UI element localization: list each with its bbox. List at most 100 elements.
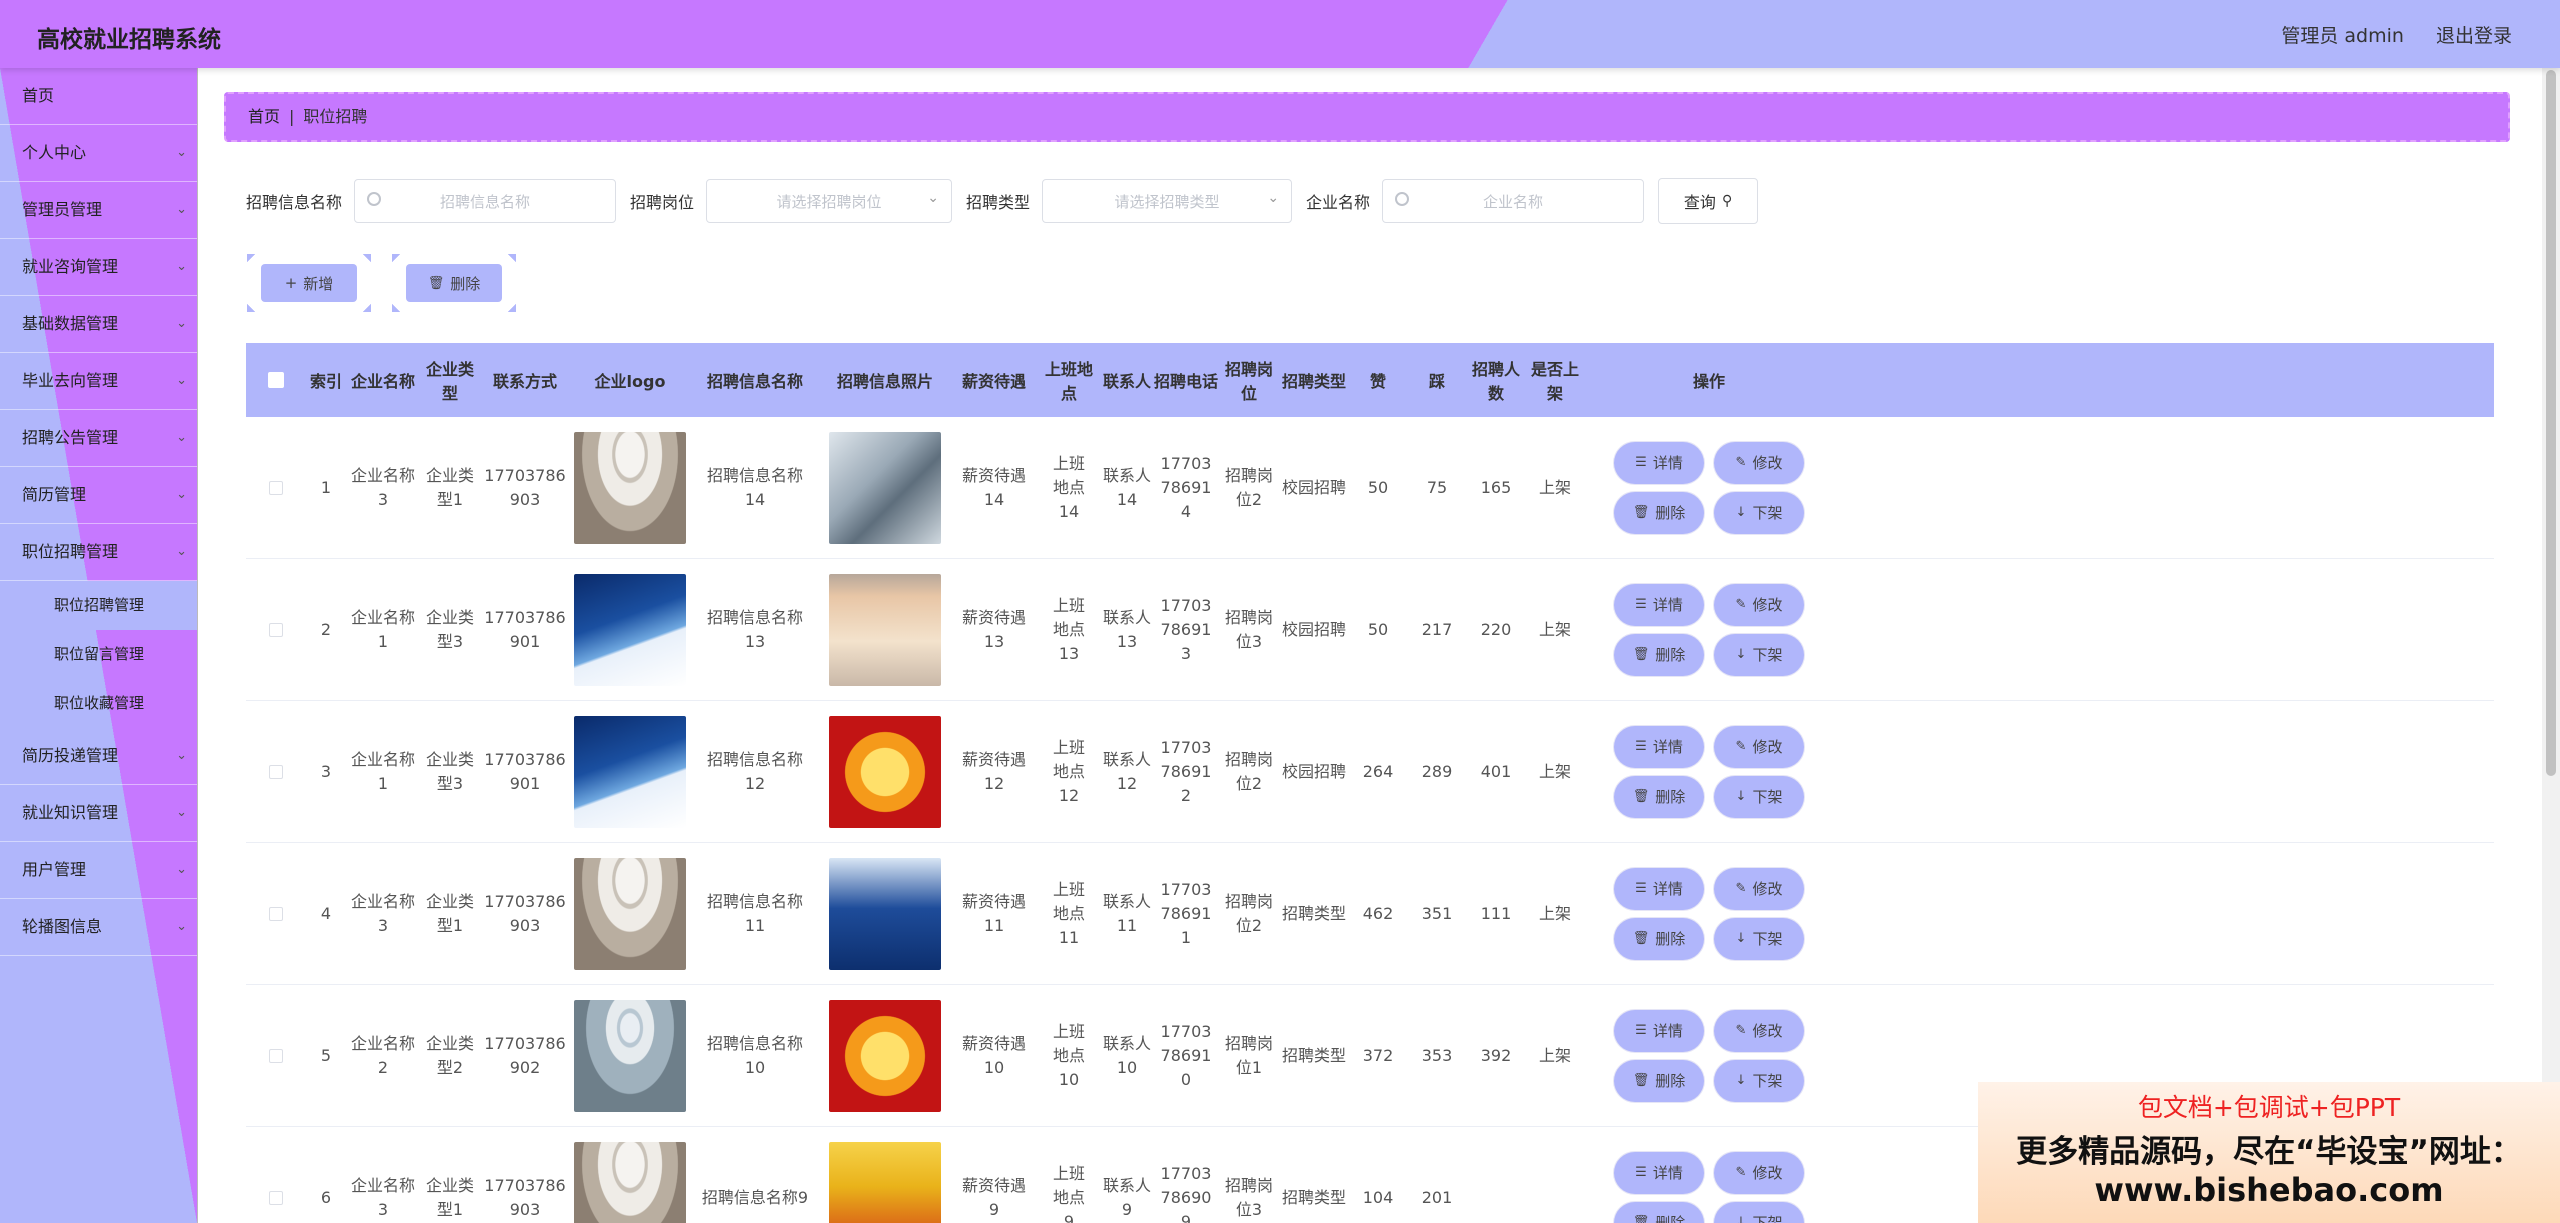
row-checkbox[interactable] — [269, 764, 283, 779]
company-logo-image[interactable] — [574, 999, 686, 1112]
scrollbar-thumb[interactable] — [2546, 70, 2556, 776]
cell-dislike: 201 — [1421, 1187, 1453, 1207]
detail-button[interactable]: ☰ 详情 — [1617, 1154, 1701, 1191]
sidebar-item-8[interactable]: 职位招聘管理 ⌄ — [0, 524, 197, 581]
sidebar-item-9[interactable]: 简历投递管理 ⌄ — [0, 728, 197, 785]
delete-button[interactable]: 🗑 删除 — [1617, 1062, 1701, 1099]
company-name-input[interactable]: 企业名称 — [1382, 179, 1645, 223]
edit-button[interactable]: ✎ 修改 — [1717, 586, 1801, 623]
sidebar-item-6[interactable]: 招聘公告管理 ⌄ — [0, 410, 197, 467]
sidebar-item-4[interactable]: 基础数据管理 ⌄ — [0, 296, 197, 353]
recruit-photo-image[interactable] — [829, 999, 941, 1112]
edit-button[interactable]: ✎ 修改 — [1717, 728, 1801, 765]
cell-phone: 17703786903 — [484, 1175, 566, 1219]
row-checkbox[interactable] — [269, 622, 283, 637]
company-logo-image[interactable] — [574, 573, 686, 686]
edit-button[interactable]: ✎ 修改 — [1717, 870, 1801, 907]
post-select[interactable]: 请选择招聘岗位 ⌄ — [706, 179, 953, 223]
delete-button-label: 删除 — [1655, 1213, 1686, 1223]
recruit-name-input[interactable]: 招聘信息名称 — [354, 179, 617, 223]
page-scrollbar[interactable] — [2542, 68, 2560, 1223]
sidebar-subitem-0[interactable]: 职位招聘管理 — [0, 581, 197, 630]
select-all-checkbox-cell[interactable] — [246, 372, 306, 388]
sidebar-item-7[interactable]: 简历管理 ⌄ — [0, 467, 197, 524]
cell-contact: 联系人9 — [1102, 1175, 1151, 1219]
company-logo-image[interactable] — [574, 1141, 686, 1223]
watermark-line-3: www.bishebao.com — [2094, 1171, 2444, 1209]
cell-num: 401 — [1480, 761, 1512, 781]
delete-button[interactable]: 🗑 删除 — [1617, 494, 1701, 531]
operation-buttons: ☰ 详情 ✎ 修改 🗑 删除 ↓ 下架 — [1584, 728, 1834, 815]
recruit-photo-image[interactable] — [829, 715, 941, 828]
delete-button[interactable]: 🗑 删除 — [1617, 778, 1701, 815]
sidebar-subitem-1[interactable]: 职位留言管理 — [0, 630, 197, 679]
cell-dislike: 353 — [1421, 1045, 1453, 1065]
offshelf-button[interactable]: ↓ 下架 — [1717, 1204, 1801, 1223]
chevron-down-icon: ⌄ — [176, 373, 187, 388]
row-checkbox[interactable] — [269, 906, 283, 921]
delete-button[interactable]: 🗑 删除 — [1617, 636, 1701, 673]
sidebar-subitem-2[interactable]: 职位收藏管理 — [0, 679, 197, 728]
offshelf-button-label: 下架 — [1752, 1071, 1783, 1090]
offshelf-button[interactable]: ↓ 下架 — [1717, 778, 1801, 815]
detail-button[interactable]: ☰ 详情 — [1617, 728, 1701, 765]
row-operations: ☰ 详情 ✎ 修改 🗑 删除 ↓ 下架 — [1584, 444, 1834, 531]
company-logo-image[interactable] — [574, 431, 686, 544]
offshelf-button[interactable]: ↓ 下架 — [1717, 636, 1801, 673]
table-row: 3 企业名称1 企业类型3 17703786901 招聘信息名称12 薪资待遇12 上班地点… — [246, 701, 2494, 843]
search-icon — [1395, 192, 1410, 206]
detail-button[interactable]: ☰ 详情 — [1617, 870, 1701, 907]
cell-post: 招聘岗位1 — [1224, 1033, 1273, 1077]
row-checkbox[interactable] — [269, 1048, 283, 1063]
sidebar-item-0[interactable]: 首页 — [0, 68, 197, 125]
row-operations: ☰ 详情 ✎ 修改 🗑 删除 ↓ 下架 — [1584, 1154, 1834, 1223]
offshelf-button[interactable]: ↓ 下架 — [1717, 1062, 1801, 1099]
offshelf-button[interactable]: ↓ 下架 — [1717, 494, 1801, 531]
sidebar-item-10[interactable]: 就业知识管理 ⌄ — [0, 785, 197, 842]
chevron-down-icon: ⌄ — [176, 748, 187, 763]
recruit-photo-image[interactable] — [829, 431, 941, 544]
recruit-photo-image[interactable] — [829, 1141, 941, 1223]
edit-button[interactable]: ✎ 修改 — [1717, 444, 1801, 481]
cell-dislike: 217 — [1421, 619, 1453, 639]
delete-button[interactable]: 🗑 删除 — [1617, 920, 1701, 957]
row-checkbox-cell — [246, 1190, 306, 1205]
sidebar-item-11[interactable]: 用户管理 ⌄ — [0, 842, 197, 899]
filter-label-recruit-name: 招聘信息名称 — [246, 193, 343, 212]
column-header: 招聘电话 — [1154, 372, 1219, 391]
delete-button[interactable]: 🗑 删除 — [1617, 1204, 1701, 1223]
add-button[interactable]: + 新增 — [247, 254, 357, 312]
detail-button[interactable]: ☰ 详情 — [1617, 444, 1701, 481]
watermark-line-2: 更多精品源码，尽在“毕设宝”网址： — [2016, 1134, 2522, 1170]
detail-button[interactable]: ☰ 详情 — [1617, 586, 1701, 623]
company-logo-image[interactable] — [574, 715, 686, 828]
sidebar-item-3[interactable]: 就业咨询管理 ⌄ — [0, 239, 197, 296]
sidebar-item-1[interactable]: 个人中心 ⌄ — [0, 125, 197, 182]
cell-salary: 薪资待遇10 — [961, 1033, 1026, 1077]
edit-button[interactable]: ✎ 修改 — [1717, 1154, 1801, 1191]
sidebar-item-2[interactable]: 管理员管理 ⌄ — [0, 182, 197, 239]
type-select[interactable]: 请选择招聘类型 ⌄ — [1042, 179, 1293, 223]
detail-button[interactable]: ☰ 详情 — [1617, 1012, 1701, 1049]
cell-contact: 联系人11 — [1102, 891, 1151, 935]
row-checkbox[interactable] — [269, 480, 283, 495]
batch-delete-button[interactable]: 🗑 删除 — [392, 254, 502, 312]
chevron-down-icon: ⌄ — [176, 145, 187, 160]
recruit-photo-image[interactable] — [829, 857, 941, 970]
logout-link[interactable]: 退出登录 — [2436, 25, 2512, 47]
breadcrumb-home[interactable]: 首页 — [248, 107, 280, 126]
sidebar-item-12[interactable]: 轮播图信息 ⌄ — [0, 899, 197, 956]
row-checkbox[interactable] — [269, 1190, 283, 1205]
company-logo-image[interactable] — [574, 857, 686, 970]
query-button[interactable]: 查询 ⚲ — [1658, 178, 1759, 224]
row-checkbox-cell — [246, 906, 306, 921]
file-icon: ☰ — [1635, 454, 1647, 470]
offshelf-button[interactable]: ↓ 下架 — [1717, 920, 1801, 957]
column-header: 踩 — [1428, 372, 1445, 391]
sidebar-item-label: 就业知识管理 — [22, 803, 119, 822]
recruit-photo-image[interactable] — [829, 573, 941, 686]
edit-button[interactable]: ✎ 修改 — [1717, 1012, 1801, 1049]
select-all-checkbox[interactable] — [268, 372, 284, 388]
column-header: 招聘信息照片 — [836, 372, 933, 391]
sidebar-item-5[interactable]: 毕业去向管理 ⌄ — [0, 353, 197, 410]
